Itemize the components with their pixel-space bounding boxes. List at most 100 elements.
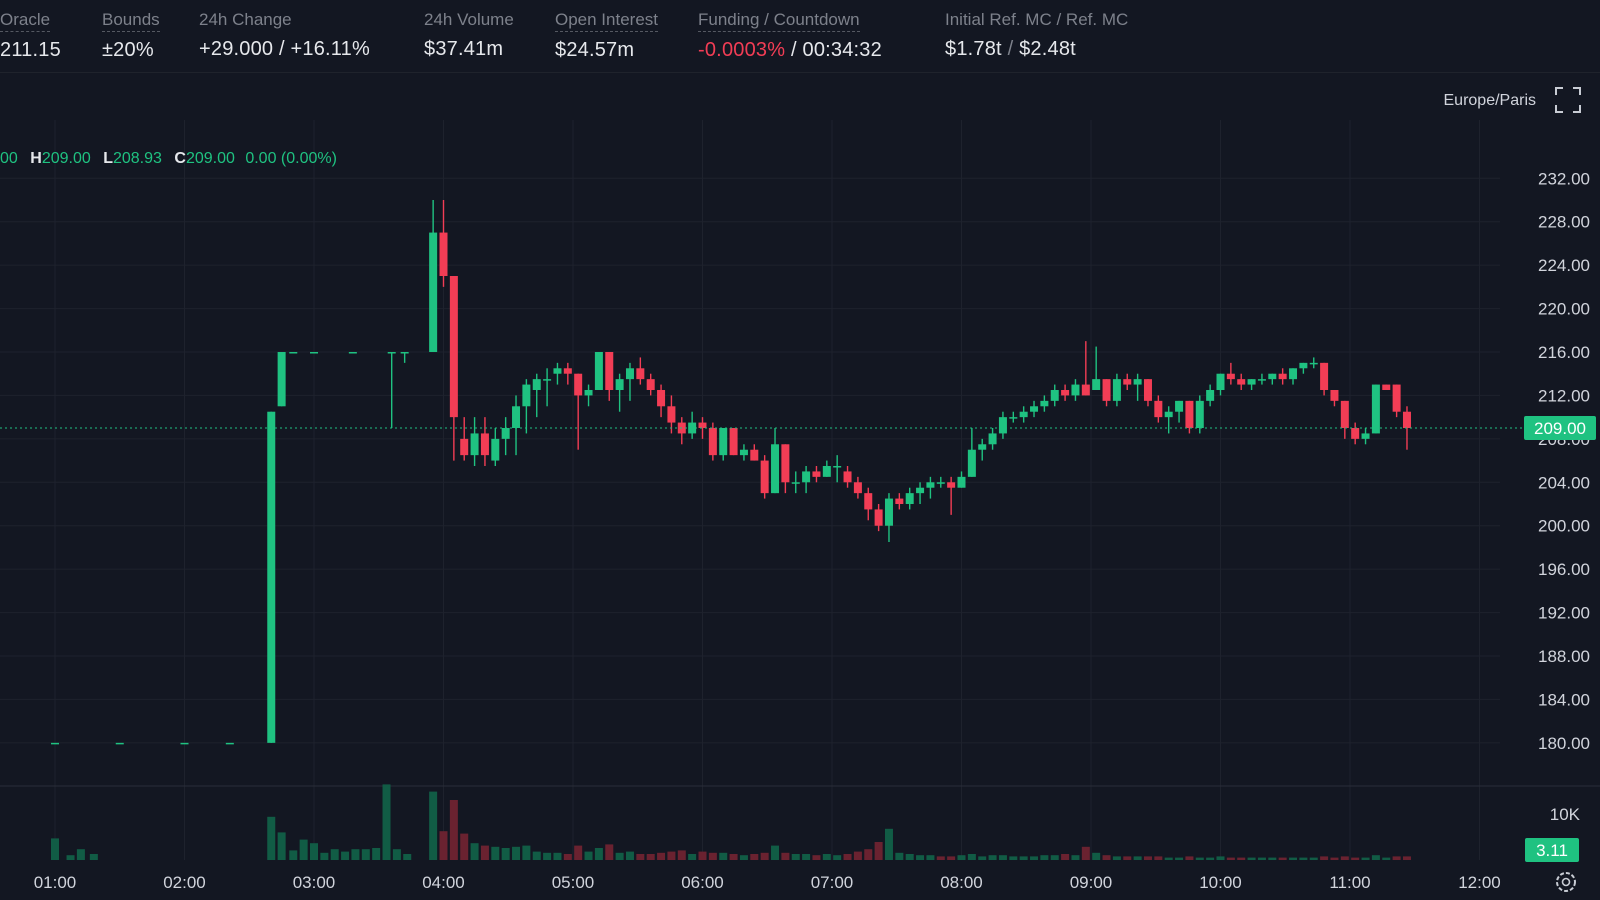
volume-bar: [66, 855, 75, 860]
volume-bar: [76, 849, 85, 860]
volume-bar: [998, 855, 1007, 860]
x-axis-tick-label: 04:00: [422, 873, 465, 892]
x-axis-tick-label: 06:00: [681, 873, 724, 892]
candle-body: [1278, 373, 1287, 380]
candle-body: [657, 390, 666, 407]
x-axis-tick-label: 07:00: [811, 873, 854, 892]
volume-bar: [1050, 855, 1059, 860]
volume-bar: [947, 856, 956, 860]
x-axis-tick-label: 09:00: [1070, 873, 1113, 892]
timezone-selector[interactable]: Europe/Paris: [1444, 92, 1537, 110]
volume-bar: [1216, 856, 1225, 860]
candle-body: [439, 232, 448, 276]
candle-body: [480, 433, 489, 456]
y-axis-tick-label: 180.00: [1538, 734, 1590, 753]
volume-bar: [1195, 857, 1204, 860]
volume-bar: [636, 854, 645, 860]
candle-body: [491, 438, 500, 461]
volume-bar: [330, 849, 339, 860]
candle-body: [460, 438, 469, 456]
candle-body: [1009, 417, 1018, 419]
volume-bar: [89, 854, 98, 860]
candle-body: [719, 428, 728, 456]
volume-bar: [1382, 857, 1391, 860]
candle-body: [605, 352, 614, 390]
y-axis-tick-label: 188.00: [1538, 647, 1590, 666]
volume-bar: [392, 849, 401, 860]
ohlc-low-value: 208.93: [112, 150, 162, 167]
volume-bar: [267, 816, 276, 860]
ohlc-open-value: 00: [0, 150, 18, 167]
candle-body: [874, 509, 883, 526]
candle-body: [1185, 400, 1194, 428]
candle-body: [884, 498, 893, 526]
volume-bar: [615, 852, 624, 860]
volume-bar: [1164, 857, 1173, 860]
ohlc-close-value: 209.00: [185, 150, 235, 167]
candle-body: [802, 471, 811, 483]
volume-bar: [978, 856, 987, 860]
candle-body: [1050, 390, 1059, 401]
candle-body: [1123, 379, 1132, 385]
volume-bar: [1402, 856, 1411, 860]
volume-axis-label: 10K: [1550, 805, 1581, 824]
candle-body: [584, 390, 593, 396]
candle-body: [1371, 384, 1380, 434]
volume-bar: [1237, 857, 1246, 860]
ohlc-low-key: L: [103, 150, 113, 167]
volume-bar: [812, 855, 821, 860]
candle-body: [636, 368, 645, 380]
candle-body: [967, 449, 976, 477]
last-price-label: 209.00: [1534, 419, 1586, 438]
volume-bar: [833, 855, 842, 860]
volume-bar: [1175, 857, 1184, 860]
ohlc-change: 0.00 (0.00%): [245, 150, 337, 167]
candle-body: [180, 742, 189, 745]
y-axis-tick-label: 192.00: [1538, 604, 1590, 623]
candle-body: [1061, 390, 1070, 396]
candle-body: [781, 444, 790, 483]
volume-bar: [372, 848, 381, 860]
y-axis-tick-label: 228.00: [1538, 213, 1590, 232]
volume-bar: [957, 855, 966, 860]
candle-body: [1247, 379, 1256, 385]
volume-bar: [574, 845, 583, 860]
volume-bar: [729, 854, 738, 860]
volume-bar: [967, 854, 976, 860]
candle-body: [708, 428, 717, 456]
candle-body: [1175, 400, 1184, 412]
volume-bar: [480, 845, 489, 860]
candle-body: [957, 476, 966, 488]
candle-body: [998, 417, 1007, 434]
candle-body: [267, 411, 276, 743]
volume-bar: [543, 852, 552, 860]
gear-icon[interactable]: [1556, 872, 1576, 892]
volume-bar: [584, 851, 593, 860]
y-axis-tick-label: 196.00: [1538, 560, 1590, 579]
price-chart[interactable]: 232.00 228.00 224.00 220.00 216.00 212.00 208.…: [0, 0, 1600, 900]
volume-bar: [677, 850, 686, 860]
y-axis-tick-label: 220.00: [1538, 300, 1590, 319]
candle-body: [1092, 379, 1101, 390]
volume-bar: [403, 854, 412, 860]
volume-bar: [1371, 855, 1380, 860]
candle-body: [1351, 428, 1360, 439]
candle-body: [729, 428, 738, 456]
candle-body: [1030, 406, 1039, 412]
volume-bar: [719, 852, 728, 860]
candle-body: [812, 471, 821, 477]
volume-bar: [1309, 857, 1318, 860]
candle-body: [1195, 400, 1204, 428]
volume-bar: [449, 800, 458, 860]
candle-body: [387, 352, 396, 354]
volume-bar: [739, 855, 748, 860]
x-axis-tick-label: 02:00: [163, 873, 206, 892]
candle-body: [512, 406, 521, 428]
volume-bar: [361, 849, 370, 860]
volume-bar: [1102, 855, 1111, 860]
fullscreen-icon[interactable]: [1554, 86, 1582, 114]
volume-bar: [1257, 857, 1266, 860]
volume-bar: [341, 851, 350, 860]
ohlc-high-key: H: [30, 150, 42, 167]
volume-bar: [605, 844, 614, 860]
